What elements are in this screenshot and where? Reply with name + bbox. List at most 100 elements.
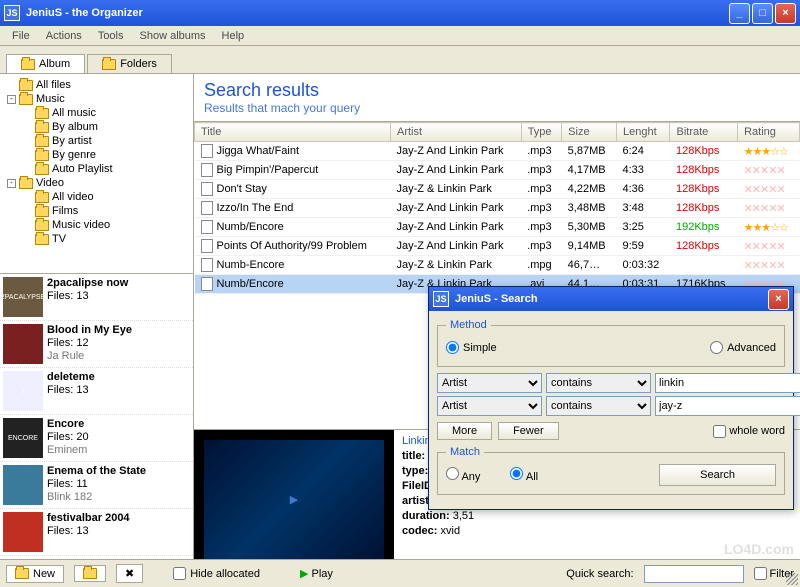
column-header[interactable]: Type xyxy=(521,123,561,142)
tree-item[interactable]: - Music xyxy=(4,92,189,106)
video-preview[interactable]: ▶ xyxy=(194,430,394,569)
cover-item[interactable]: Enema of the State Files: 11 Blink 182 xyxy=(0,462,193,509)
cover-files: Files: 13 xyxy=(47,384,89,396)
value-input[interactable] xyxy=(655,373,800,393)
tree-item-label: Music xyxy=(36,93,65,105)
resize-grip[interactable] xyxy=(786,573,798,585)
dialog-title: JeniuS - Search xyxy=(455,293,768,305)
play-button[interactable]: ▶ Play xyxy=(300,567,333,580)
tree-item[interactable]: By genre xyxy=(4,148,189,162)
cell-length: 4:33 xyxy=(617,161,670,180)
close-button[interactable]: × xyxy=(775,3,796,24)
toolbar-button-1[interactable] xyxy=(74,565,106,582)
tab-folders[interactable]: Folders xyxy=(87,54,172,73)
radio-advanced-label: Advanced xyxy=(727,342,776,354)
dialog-close-button[interactable]: × xyxy=(768,289,789,310)
radio-simple-input[interactable] xyxy=(446,341,459,354)
play-icon: ▶ xyxy=(300,568,308,580)
tree-item[interactable]: All files xyxy=(4,78,189,92)
table-row[interactable]: Points Of Authority/99 Problem Jay-Z And… xyxy=(195,237,800,256)
column-header[interactable]: Lenght xyxy=(617,123,670,142)
operator-select[interactable]: contains xyxy=(546,396,651,416)
cover-item[interactable]: festivalbar 2004 Files: 13 xyxy=(0,509,193,556)
menu-actions[interactable]: Actions xyxy=(38,28,90,44)
match-fieldset: Match Any All Search xyxy=(437,446,785,495)
tree-item[interactable]: Music video xyxy=(4,218,189,232)
menu-tools[interactable]: Tools xyxy=(90,28,132,44)
cover-files: Files: 13 xyxy=(47,525,89,537)
filter-input[interactable] xyxy=(754,567,767,580)
radio-simple[interactable]: Simple xyxy=(446,341,497,354)
tree-item[interactable]: Auto Playlist xyxy=(4,162,189,176)
tree-item[interactable]: -Video xyxy=(4,176,189,190)
field-select[interactable]: Artist xyxy=(437,396,542,416)
cell-artist: Jay-Z & Linkin Park xyxy=(390,256,521,275)
quick-search-input[interactable] xyxy=(644,565,744,583)
radio-advanced-input[interactable] xyxy=(710,341,723,354)
results-table: TitleArtistTypeSizeLenghtBitrateRating J… xyxy=(194,122,800,294)
hide-allocated-checkbox[interactable]: Hide allocated xyxy=(173,567,260,580)
tree-view[interactable]: All files - Music All musicBy albumBy artis… xyxy=(0,74,193,274)
table-row[interactable]: Izzo/In The End Jay-Z And Linkin Park .m… xyxy=(195,199,800,218)
toolbar-button-2[interactable]: ✖ xyxy=(116,564,143,583)
tree-item[interactable]: All video xyxy=(4,190,189,204)
whole-word-input[interactable] xyxy=(713,425,726,438)
cell-type: .mp3 xyxy=(521,180,561,199)
radio-all-input[interactable] xyxy=(510,467,523,480)
table-row[interactable]: Numb/Encore Jay-Z And Linkin Park .mp3 5… xyxy=(195,218,800,237)
dialog-titlebar[interactable]: JS JeniuS - Search × xyxy=(429,287,793,311)
tab-folders-label: Folders xyxy=(120,58,157,70)
table-row[interactable]: Big Pimpin'/Papercut Jay-Z And Linkin Pa… xyxy=(195,161,800,180)
menu-help[interactable]: Help xyxy=(214,28,253,44)
expand-icon[interactable]: - xyxy=(7,179,16,188)
column-header[interactable]: Size xyxy=(562,123,617,142)
tree-item[interactable]: TV xyxy=(4,232,189,246)
cell-size: 46,7… xyxy=(562,256,617,275)
tab-album[interactable]: Album xyxy=(6,54,85,73)
cell-title: Numb-Encore xyxy=(195,256,391,275)
fewer-button[interactable]: Fewer xyxy=(498,422,559,440)
cover-info: Enema of the State Files: 11 Blink 182 xyxy=(47,465,190,505)
table-row[interactable]: Numb-Encore Jay-Z & Linkin Park .mpg 46,… xyxy=(195,256,800,275)
field-select[interactable]: Artist xyxy=(437,373,542,393)
minimize-button[interactable]: _ xyxy=(729,3,750,24)
new-button[interactable]: New xyxy=(6,565,64,583)
hide-allocated-input[interactable] xyxy=(173,567,186,580)
more-button[interactable]: More xyxy=(437,422,492,440)
tree-item-label: All music xyxy=(52,107,96,119)
folder-icon xyxy=(83,568,97,579)
table-row[interactable]: Don't Stay Jay-Z & Linkin Park .mp3 4,22… xyxy=(195,180,800,199)
expand-icon[interactable]: - xyxy=(7,95,16,104)
whole-word-checkbox[interactable]: whole word xyxy=(713,425,785,438)
cover-item[interactable]: Blood in My Eye Files: 12 Ja Rule xyxy=(0,321,193,368)
tree-item-label: All video xyxy=(52,191,94,203)
radio-any[interactable]: Any xyxy=(446,467,480,483)
column-header[interactable]: Rating xyxy=(738,123,800,142)
album-covers[interactable]: 2PACALYPSE 2pacalipse now Files: 13 Bloo… xyxy=(0,274,193,569)
tree-item[interactable]: Films xyxy=(4,204,189,218)
cell-rating: ★★★☆☆ xyxy=(738,142,800,161)
column-header[interactable]: Bitrate xyxy=(670,123,738,142)
menu-file[interactable]: File xyxy=(4,28,38,44)
table-row[interactable]: Jigga What/Faint Jay-Z And Linkin Park .… xyxy=(195,142,800,161)
tree-item[interactable]: By artist xyxy=(4,134,189,148)
column-header[interactable]: Title xyxy=(195,123,391,142)
tree-item[interactable]: By album xyxy=(4,120,189,134)
cover-item[interactable]: ENCORE Encore Files: 20 Eminem xyxy=(0,415,193,462)
value-input[interactable] xyxy=(655,396,800,416)
cover-item[interactable]: 2PACALYPSE 2pacalipse now Files: 13 xyxy=(0,274,193,321)
search-button[interactable]: Search xyxy=(659,464,776,486)
menu-show-albums[interactable]: Show albums xyxy=(132,28,214,44)
radio-any-input[interactable] xyxy=(446,467,459,480)
cover-thumbnail xyxy=(3,465,43,505)
film-icon xyxy=(35,206,49,217)
radio-all[interactable]: All xyxy=(510,467,538,483)
operator-select[interactable]: contains xyxy=(546,373,651,393)
search-title: Search results xyxy=(204,80,790,101)
radio-advanced[interactable]: Advanced xyxy=(710,341,776,354)
cell-type: .mp3 xyxy=(521,142,561,161)
maximize-button[interactable]: □ xyxy=(752,3,773,24)
column-header[interactable]: Artist xyxy=(390,123,521,142)
tree-item[interactable]: All music xyxy=(4,106,189,120)
cover-item[interactable]: ♪ deleteme Files: 13 xyxy=(0,368,193,415)
